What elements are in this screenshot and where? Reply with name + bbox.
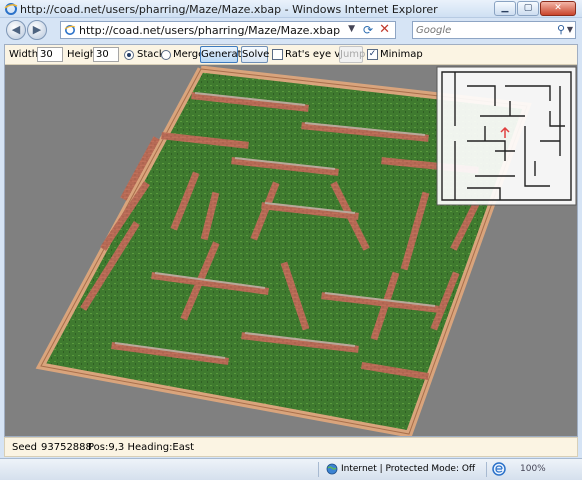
stop-icon[interactable]: ✕ [379,22,390,37]
page-content: Width Height Stack Merge Generate Solve … [4,44,578,437]
jump-button[interactable]: Jump [339,46,365,63]
height-input[interactable] [93,47,119,62]
zoom-level[interactable]: 100% [520,464,546,474]
minimize-button[interactable]: ▁ [494,1,516,16]
address-url[interactable]: http://coad.net/users/pharring/Maze/Maze… [79,24,340,37]
position-heading-text: Pos:9,3 Heading:East [88,442,195,453]
width-label: Width [9,49,39,60]
status-separator [318,462,319,477]
address-bar[interactable]: http://coad.net/users/pharring/Maze/Maze… [60,21,396,39]
maze-toolbar: Width Height Stack Merge Generate Solve … [5,45,577,65]
back-button[interactable]: ◀ [6,20,26,40]
rats-eye-checkbox[interactable] [272,49,283,60]
search-input[interactable] [416,23,546,37]
width-input[interactable] [37,47,63,62]
maze-info-bar: Seed 93752888 Pos:9,3 Heading:East [4,437,578,457]
status-bar: Internet | Protected Mode: Off 100% [0,458,582,480]
refresh-icon[interactable]: ⟳ [363,23,373,37]
maze-3d-view[interactable] [5,66,577,436]
security-zone-text[interactable]: Internet | Protected Mode: Off [341,464,475,474]
internet-zone-icon [326,463,338,475]
minimap-label: Minimap [380,49,423,60]
search-icon[interactable]: ⚲ [557,23,565,36]
window-controls: ▁ ▢ ✕ [494,1,576,17]
navigation-bar: ◀ ▶ http://coad.net/users/pharring/Maze/… [0,18,582,42]
address-dropdown-icon[interactable]: ▼ [348,24,355,34]
title-bar: http://coad.net/users/pharring/Maze/Maze… [0,0,582,18]
forward-button[interactable]: ▶ [27,20,47,40]
generate-button[interactable]: Generate [200,46,248,63]
minimap-checkbox[interactable]: ✓ [367,49,378,60]
stack-radio[interactable] [124,50,134,60]
search-box[interactable]: ⚲ ▼ [412,21,576,39]
maximize-button[interactable]: ▢ [517,1,539,16]
seed-value: 93752888 [41,442,92,453]
ie-logo-icon [4,3,18,15]
solve-button[interactable]: Solve [241,46,269,63]
minimap[interactable] [436,66,577,206]
seed-label: Seed [12,442,37,453]
merge-radio[interactable] [161,50,171,60]
status-separator [486,462,487,477]
window-title: http://coad.net/users/pharring/Maze/Maze… [20,3,438,16]
search-dropdown-icon[interactable]: ▼ [567,25,573,34]
close-button[interactable]: ✕ [540,1,576,16]
page-icon [64,25,76,35]
ie-status-icon[interactable] [492,462,506,476]
